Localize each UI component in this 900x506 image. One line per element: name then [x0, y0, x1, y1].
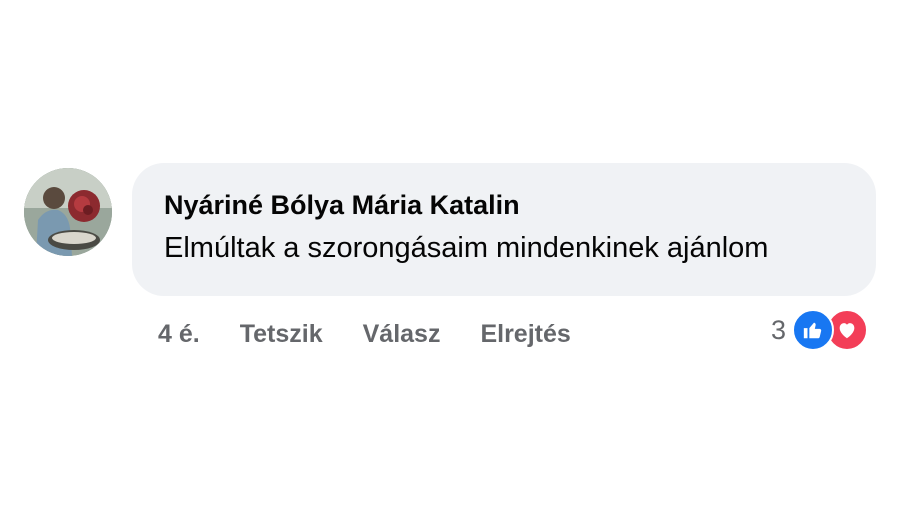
comment-bubble: Nyáriné Bólya Mária Katalin Elmúltak a s… — [132, 163, 876, 296]
comment-author[interactable]: Nyáriné Bólya Mária Katalin — [164, 185, 846, 225]
comment-actions: 4 é. Tetszik Válasz Elrejtés — [158, 314, 611, 354]
comment-timestamp[interactable]: 4 é. — [158, 314, 200, 354]
like-icon — [792, 309, 834, 351]
hide-button[interactable]: Elrejtés — [480, 314, 570, 354]
like-button[interactable]: Tetszik — [240, 314, 323, 354]
avatar-image — [24, 168, 112, 256]
avatar[interactable] — [24, 168, 112, 256]
comment: Nyáriné Bólya Mária Katalin Elmúltak a s… — [24, 163, 876, 363]
comment-text: Elmúltak a szorongásaim mindenkinek aján… — [164, 232, 769, 264]
reply-button[interactable]: Válasz — [363, 314, 441, 354]
reaction-count: 3 — [770, 315, 786, 345]
reactions-summary[interactable]: 3 — [771, 309, 868, 351]
